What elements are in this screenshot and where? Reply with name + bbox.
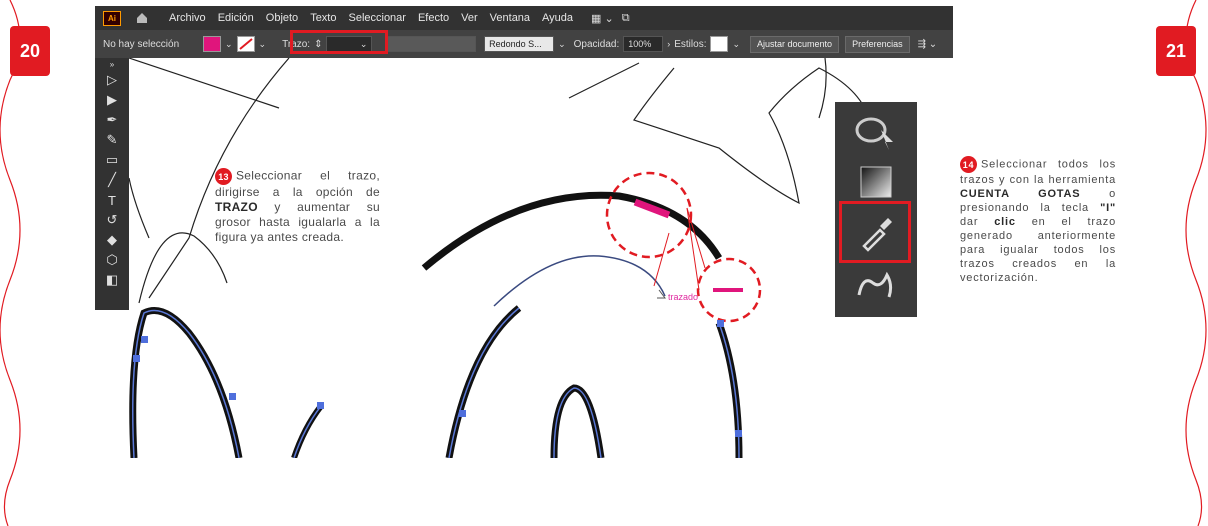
fill-swatch[interactable] — [203, 36, 221, 52]
symbol-sprayer-icon[interactable] — [844, 107, 908, 157]
home-icon[interactable] — [135, 11, 149, 25]
rectangle-icon[interactable]: ▭ — [95, 150, 129, 170]
selection-icon[interactable]: ▷ — [95, 70, 129, 90]
adjust-document-button[interactable]: Ajustar documento — [750, 35, 840, 53]
step-14-bold-a: CUENTA GOTAS — [960, 188, 1081, 200]
arrange-documents-icon[interactable]: ⇶ ⌄ — [918, 39, 938, 50]
panel-collapse-icon[interactable]: » — [95, 58, 129, 70]
menu-item-ventana[interactable]: Ventana — [490, 12, 530, 24]
vector-shape — [715, 321, 743, 458]
stroke-swatch[interactable] — [236, 36, 255, 52]
guide-line — [129, 58, 280, 109]
app-logo: Ai — [103, 10, 121, 26]
trazado-label: trazado — [668, 292, 699, 302]
opacity-label: Opacidad: — [573, 38, 620, 50]
step-14-bold-key: "I" — [1100, 202, 1116, 214]
brush-icon[interactable]: ╱ — [95, 170, 129, 190]
menu-item-texto[interactable]: Texto — [310, 12, 336, 24]
arrange-icon[interactable]: ⧉ — [622, 12, 630, 25]
chevron-down-icon[interactable]: ⌄ — [732, 39, 740, 50]
step-14-number: 14 — [960, 156, 977, 173]
step-13-number: 13 — [215, 168, 232, 185]
vector-shape — [129, 307, 243, 458]
brush-definition[interactable]: Redondo S... — [484, 36, 555, 52]
thick-stroke-arc — [421, 191, 723, 271]
menu-extra: ▦ ⌄ ⧉ — [591, 12, 630, 25]
vector-shape — [445, 305, 522, 458]
page-number-right: 21 — [1156, 26, 1196, 76]
preferences-button[interactable]: Preferencias — [845, 35, 910, 53]
gradient-icon[interactable]: ◧ — [95, 270, 129, 290]
chevron-down-icon[interactable]: ⌄ — [259, 39, 267, 50]
thin-stroke-arc — [493, 255, 666, 307]
eyedropper-highlight-box — [839, 201, 911, 263]
tools-panel: » ▷ ▶ ✒ ✎ ▭ ╱ T ↺ ◆ ⬡ ◧ — [95, 58, 129, 310]
page-left-border — [0, 0, 21, 526]
selection-status: No hay selección — [103, 38, 180, 50]
menu-item-objeto[interactable]: Objeto — [266, 12, 298, 24]
tool-zoom-panel — [835, 102, 917, 317]
step-13-bold: TRAZO — [215, 200, 258, 214]
blend-tool-icon[interactable] — [844, 260, 908, 310]
page-number-left: 20 — [10, 26, 50, 76]
curve-line — [129, 177, 150, 239]
page-right-border — [1185, 0, 1207, 526]
menu-item-archivo[interactable]: Archivo — [169, 12, 206, 24]
ear-outline — [633, 67, 870, 205]
style-swatch[interactable] — [710, 36, 729, 52]
stroke-highlight-box — [290, 30, 388, 54]
artboard-canvas[interactable] — [129, 58, 953, 458]
variable-width-profile[interactable] — [386, 36, 477, 52]
menu-items: Archivo Edición Objeto Texto Seleccionar Efec… — [169, 12, 573, 24]
menu-item-ver[interactable]: Ver — [461, 12, 478, 24]
step-14-text-a: Seleccionar todos los trazos y con la he… — [960, 158, 1116, 186]
shape-builder-icon[interactable]: ⬡ — [95, 250, 129, 270]
opacity-input[interactable]: 100% — [623, 36, 664, 52]
step-13-instructions: 13 Seleccionar el trazo, dirigirse a la o… — [215, 168, 380, 245]
step-13-text-pre: Seleccionar el trazo, dirigirse a la opc… — [215, 168, 380, 199]
control-bar: No hay selección ⌄ ⌄ Trazo: ⇕ ⌄ Redondo … — [95, 30, 953, 58]
styles-label: Estilos: — [674, 38, 707, 50]
anchor-points — [133, 320, 742, 437]
chevron-down-icon[interactable]: ⌄ — [558, 39, 566, 50]
curve-line — [568, 62, 640, 99]
chevron-down-icon[interactable]: ⌄ — [225, 39, 233, 50]
direct-selection-icon[interactable]: ▶ — [95, 90, 129, 110]
pen-icon[interactable]: ✒ — [95, 110, 129, 130]
chevron-right-icon[interactable]: › — [667, 39, 670, 49]
menu-item-edicion[interactable]: Edición — [218, 12, 254, 24]
menu-item-ayuda[interactable]: Ayuda — [542, 12, 573, 24]
eraser-icon[interactable]: ◆ — [95, 230, 129, 250]
vector-shape — [291, 404, 324, 458]
rotate-icon[interactable]: ↺ — [95, 210, 129, 230]
step-14-bold-clic: clic — [994, 216, 1016, 228]
step-14-instructions: 14 Seleccionar todos los trazos y con la … — [960, 156, 1116, 285]
menu-item-seleccionar[interactable]: Seleccionar — [348, 12, 405, 24]
menu-bar: Ai Archivo Edición Objeto Texto Seleccionar E… — [95, 6, 953, 30]
curve-line — [818, 58, 827, 119]
workspace-icon[interactable]: ▦ ⌄ — [591, 12, 614, 25]
curvature-icon[interactable]: ✎ — [95, 130, 129, 150]
menu-item-efecto[interactable]: Efecto — [418, 12, 449, 24]
step-14-text-e: dar — [960, 216, 995, 228]
type-icon[interactable]: T — [95, 190, 129, 210]
gradient-tool-icon[interactable] — [844, 157, 908, 207]
